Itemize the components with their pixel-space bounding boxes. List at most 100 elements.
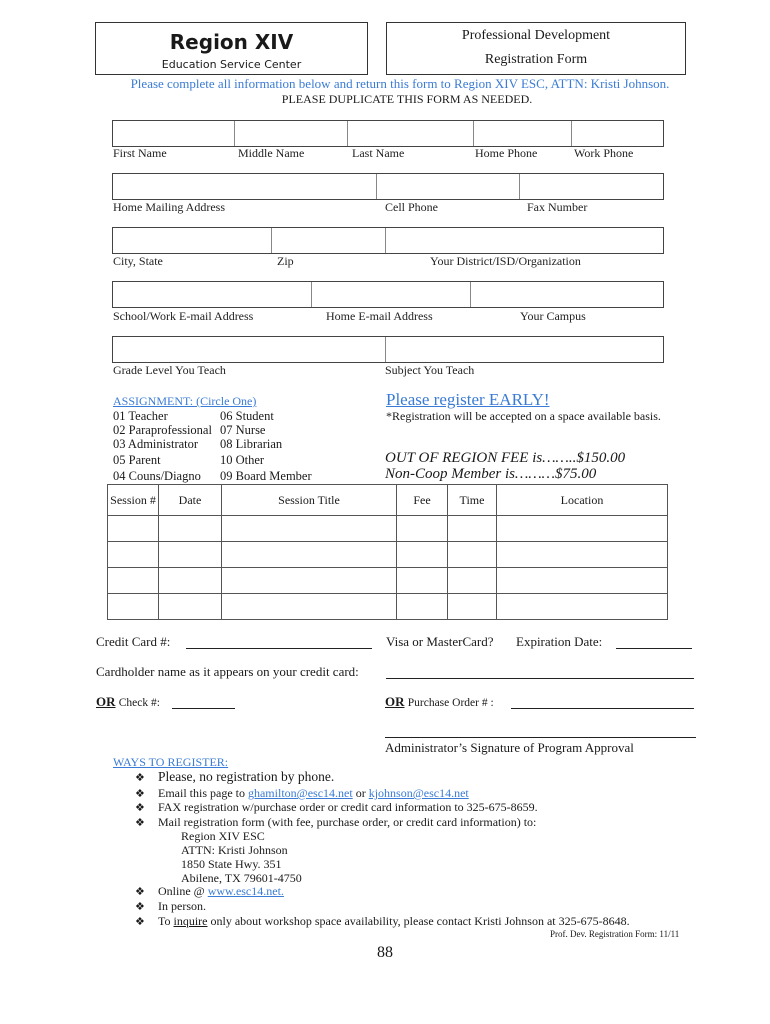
address-line: ATTN: Kristi Johnson — [181, 843, 288, 857]
middle-name-field[interactable] — [235, 121, 348, 146]
email-or: or — [352, 786, 369, 800]
work-phone-label: Work Phone — [574, 146, 634, 160]
location-cell[interactable] — [496, 515, 668, 542]
bullet-diamond-icon: ❖ — [135, 900, 145, 913]
assignment-option[interactable]: 09 Board Member — [220, 469, 312, 484]
grade-level-field[interactable] — [113, 337, 386, 362]
online-prefix: Online @ — [158, 884, 208, 898]
email-link-kjohnson[interactable]: kjohnson@esc14.net — [369, 786, 469, 800]
assignment-title: ASSIGNMENT: (Circle One) — [113, 394, 257, 408]
bullet-diamond-icon: ❖ — [135, 915, 145, 928]
credit-card-input-line[interactable] — [186, 648, 372, 649]
location-cell[interactable] — [496, 567, 668, 594]
session-num-cell[interactable] — [107, 593, 159, 620]
assignment-option[interactable]: 07 Nurse — [220, 423, 265, 438]
form-title-line1: Professional Development — [461, 28, 611, 43]
bullet-diamond-icon: ❖ — [135, 816, 145, 829]
home-email-field[interactable] — [312, 282, 471, 307]
session-table-header: Session # Date Session Title Fee Time Lo… — [107, 484, 668, 516]
credit-card-label: Credit Card #: — [96, 634, 171, 649]
assignment-option[interactable]: 06 Student — [220, 409, 274, 424]
email-link-ghamilton[interactable]: ghamilton@esc14.net — [248, 786, 353, 800]
location-cell[interactable] — [496, 541, 668, 568]
session-num-cell[interactable] — [107, 541, 159, 568]
inquire-prefix: To — [158, 914, 174, 928]
fax-number-field[interactable] — [520, 174, 663, 199]
bullet-diamond-icon: ❖ — [135, 801, 145, 814]
visa-mastercard-label: Visa or MasterCard? — [386, 634, 494, 649]
bullet-online: ❖ Online @ www.esc14.net. — [135, 884, 284, 899]
last-name-field[interactable] — [348, 121, 474, 146]
cardholder-input-line[interactable] — [386, 678, 694, 679]
website-link[interactable]: www.esc14.net. — [208, 884, 284, 898]
check-input-line[interactable] — [172, 708, 235, 709]
fee-cell[interactable] — [396, 541, 448, 568]
bullet-email: ❖ Email this page to ghamilton@esc14.net … — [135, 786, 469, 801]
assignment-option[interactable]: 08 Librarian — [220, 437, 282, 452]
date-cell[interactable] — [158, 567, 222, 594]
session-num-cell[interactable] — [107, 567, 159, 594]
time-cell[interactable] — [447, 593, 497, 620]
school-email-label: School/Work E-mail Address — [113, 309, 254, 323]
session-title-cell[interactable] — [221, 541, 397, 568]
fax-text: FAX registration w/purchase order or cre… — [158, 800, 538, 814]
cardholder-label: Cardholder name as it appears on your cr… — [96, 664, 359, 679]
campus-field[interactable] — [471, 282, 663, 307]
city-state-field[interactable] — [113, 228, 272, 253]
district-field[interactable] — [386, 228, 663, 253]
bullet-diamond-icon: ❖ — [135, 885, 145, 898]
page-number: 88 — [377, 944, 393, 961]
expiration-input-line[interactable] — [616, 648, 692, 649]
first-name-field[interactable] — [113, 121, 235, 146]
fax-number-label: Fax Number — [527, 200, 588, 214]
session-title-cell[interactable] — [221, 515, 397, 542]
home-email-label: Home E-mail Address — [326, 309, 433, 323]
email-row — [112, 281, 664, 308]
non-coop-fee: Non-Coop Member is………$75.00 — [385, 466, 597, 482]
home-address-field[interactable] — [113, 174, 377, 199]
session-num-cell[interactable] — [107, 515, 159, 542]
home-phone-field[interactable] — [474, 121, 572, 146]
home-address-label: Home Mailing Address — [113, 200, 225, 214]
school-email-field[interactable] — [113, 282, 312, 307]
subject-field[interactable] — [386, 337, 663, 362]
address-row — [112, 173, 664, 200]
purchase-order-input-line[interactable] — [511, 708, 694, 709]
purchase-order-label: Purchase Order # : — [407, 697, 494, 709]
org-header-box: Region XIV Education Service Center — [95, 22, 368, 75]
name-phone-row — [112, 120, 664, 147]
space-available-note: *Registration will be accepted on a spac… — [386, 409, 661, 423]
subject-label: Subject You Teach — [385, 363, 475, 377]
cell-phone-field[interactable] — [377, 174, 520, 199]
session-title-cell[interactable] — [221, 593, 397, 620]
campus-label: Your Campus — [520, 309, 586, 323]
date-cell[interactable] — [158, 541, 222, 568]
zip-field[interactable] — [272, 228, 386, 253]
signature-line[interactable] — [385, 737, 696, 738]
assignment-option[interactable]: 03 Administrator — [113, 437, 198, 452]
assignment-option[interactable]: 01 Teacher — [113, 409, 168, 424]
bullet-in-person: ❖ In person. — [135, 899, 206, 914]
fee-cell[interactable] — [396, 593, 448, 620]
assignment-option[interactable]: 05 Parent — [113, 453, 161, 468]
time-cell[interactable] — [447, 567, 497, 594]
time-cell[interactable] — [447, 541, 497, 568]
check-label: Check #: — [118, 697, 160, 709]
location-cell[interactable] — [496, 593, 668, 620]
teaching-row — [112, 336, 664, 363]
city-row — [112, 227, 664, 254]
assignment-option[interactable]: 02 Paraprofessional — [113, 423, 212, 438]
work-phone-field[interactable] — [572, 121, 663, 146]
bullet-inquire: ❖ To inquire only about workshop space av… — [135, 914, 630, 929]
date-cell[interactable] — [158, 593, 222, 620]
assignment-option[interactable]: 04 Couns/Diagno — [113, 469, 201, 484]
email-prefix: Email this page to — [158, 786, 248, 800]
time-cell[interactable] — [447, 515, 497, 542]
fee-cell[interactable] — [396, 515, 448, 542]
date-cell[interactable] — [158, 515, 222, 542]
session-title-cell[interactable] — [221, 567, 397, 594]
fee-cell[interactable] — [396, 567, 448, 594]
assignment-option[interactable]: 10 Other — [220, 453, 264, 468]
col-fee: Fee — [396, 484, 448, 516]
last-name-label: Last Name — [352, 146, 405, 160]
